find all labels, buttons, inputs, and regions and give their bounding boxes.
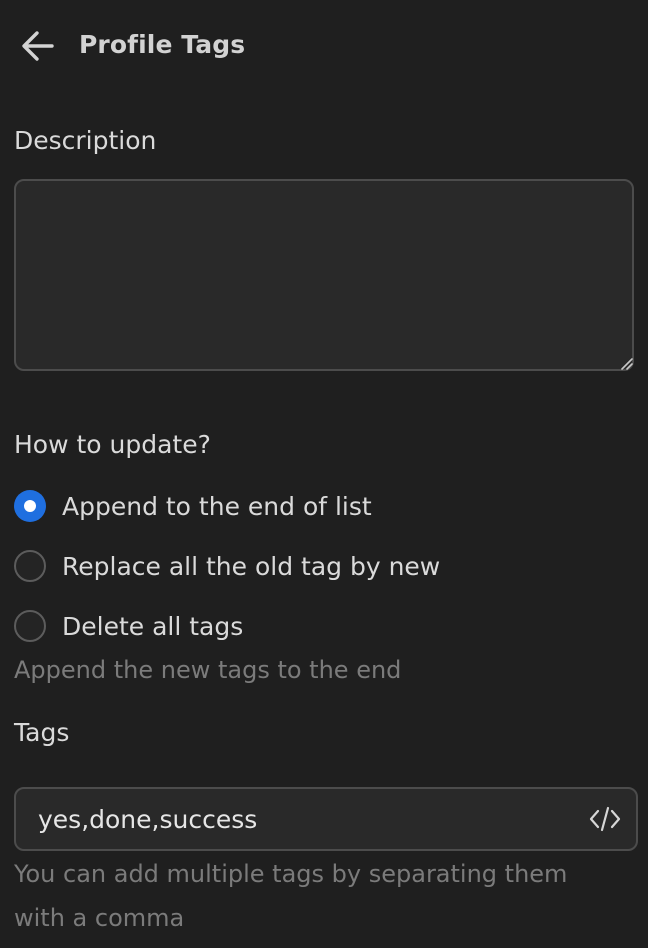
radio-option-replace[interactable]: Replace all the old tag by new xyxy=(14,548,440,584)
radio-label: Delete all tags xyxy=(62,611,244,641)
tags-field xyxy=(14,787,638,851)
update-mode-hint: Append the new tags to the end xyxy=(14,656,402,684)
radio-button[interactable] xyxy=(14,610,46,642)
tags-label: Tags xyxy=(14,718,70,747)
description-label: Description xyxy=(14,126,157,155)
resize-grip-icon[interactable] xyxy=(619,356,633,370)
radio-label: Replace all the old tag by new xyxy=(62,551,441,581)
code-toggle-button[interactable] xyxy=(588,803,622,835)
radio-option-append[interactable]: Append to the end of list xyxy=(14,488,372,524)
radio-label: Append to the end of list xyxy=(62,491,372,521)
tags-input[interactable] xyxy=(38,789,578,849)
tags-hint: You can add multiple tags by separating … xyxy=(14,860,568,932)
back-button[interactable] xyxy=(18,26,58,66)
radio-option-delete[interactable]: Delete all tags xyxy=(14,608,243,644)
arrow-left-icon xyxy=(22,31,54,61)
description-textarea[interactable] xyxy=(14,179,634,371)
radio-button[interactable] xyxy=(14,550,46,582)
header: Profile Tags xyxy=(0,0,648,92)
code-icon xyxy=(589,806,621,832)
radio-button-checked[interactable] xyxy=(14,490,46,522)
page-title: Profile Tags xyxy=(79,30,246,59)
update-mode-label: How to update? xyxy=(14,430,211,459)
